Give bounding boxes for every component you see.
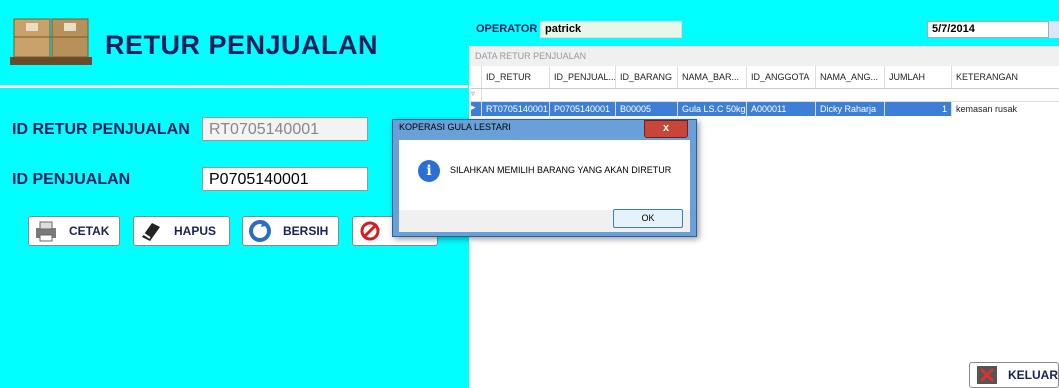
bersih-label: BERSIH [283, 224, 329, 238]
cetak-button[interactable]: CETAK [28, 216, 120, 246]
boxes-logo-icon [10, 18, 92, 65]
date-picker[interactable]: 5/7/2014 [927, 21, 1059, 38]
ok-button[interactable]: OK [613, 209, 683, 228]
penjualan-id-label: ID PENJUALAN [12, 171, 131, 188]
col-header[interactable]: NAMA_BAR... [678, 66, 747, 88]
table-cell[interactable]: P0705140001 [550, 102, 616, 116]
table-cell[interactable]: 1 [885, 102, 952, 116]
cetak-label: CETAK [69, 224, 110, 238]
page-title: RETUR PENJUALAN [105, 30, 379, 60]
col-header[interactable]: ID_BARANG [616, 66, 678, 88]
hapus-button[interactable]: HAPUS [133, 216, 230, 246]
keluar-label: KELUAR [1008, 368, 1058, 382]
dialog-title: KOPERASI GULA LESTARI [399, 122, 511, 132]
col-header[interactable]: ID_PENJUAL... [550, 66, 616, 88]
filter-row[interactable]: ▿ [471, 89, 1059, 102]
filter-icon: ▿ [471, 89, 482, 101]
dialog-body: i SILAHKAN MEMILIH BARANG YANG AKAN DIRE… [399, 140, 690, 210]
close-button[interactable]: x [644, 120, 688, 138]
retur-id-field[interactable]: RT0705140001 [202, 117, 368, 141]
table-row[interactable]: ▸ RT0705140001 P0705140001 B00005 Gula L… [471, 102, 1059, 116]
divider [0, 85, 468, 88]
message-dialog: KOPERASI GULA LESTARI x i SILAHKAN MEMIL… [392, 119, 697, 237]
col-header[interactable]: NAMA_ANG... [816, 66, 885, 88]
col-header[interactable]: ID_RETUR [482, 66, 550, 88]
info-icon: i [418, 160, 440, 182]
eraser-icon [142, 223, 160, 241]
dropdown-icon[interactable] [1048, 21, 1059, 38]
table-cell[interactable]: kemasan rusak [952, 102, 1029, 116]
keluar-button[interactable]: KELUAR [969, 362, 1059, 388]
col-header[interactable]: ID_ANGGOTA [747, 66, 816, 88]
retur-id-label: ID RETUR PENJUALAN [12, 121, 190, 138]
table-cell[interactable]: A000011 [747, 102, 816, 116]
bersih-button[interactable]: BERSIH [242, 216, 339, 246]
hapus-label: HAPUS [174, 224, 217, 238]
row-selector[interactable]: ▸ [471, 102, 482, 116]
dialog-message: SILAHKAN MEMILIH BARANG YANG AKAN DIRETU… [450, 165, 672, 175]
cancel-icon [360, 221, 380, 241]
penjualan-id-field[interactable]: P0705140001 [202, 167, 368, 191]
refresh-icon [249, 220, 271, 242]
table-cell[interactable]: Dicky Raharja [816, 102, 885, 116]
col-header[interactable]: JUMLAH [885, 66, 952, 88]
panel-title: DATA RETUR PENJUALAN [469, 47, 1059, 66]
grid-header: ID_RETUR ID_PENJUAL... ID_BARANG NAMA_BA… [471, 66, 1059, 89]
exit-icon [977, 366, 997, 384]
row-header-corner [471, 66, 482, 88]
operator-label: OPERATOR [476, 23, 538, 35]
table-cell[interactable]: B00005 [616, 102, 678, 116]
operator-field: patrick [540, 21, 682, 38]
data-grid[interactable]: ID_RETUR ID_PENJUAL... ID_BARANG NAMA_BA… [471, 66, 1059, 116]
table-cell[interactable]: Gula LS.C 50kg [678, 102, 747, 116]
col-header[interactable]: KETERANGAN [952, 66, 1029, 88]
printer-icon [36, 221, 56, 242]
table-cell[interactable]: RT0705140001 [482, 102, 550, 116]
